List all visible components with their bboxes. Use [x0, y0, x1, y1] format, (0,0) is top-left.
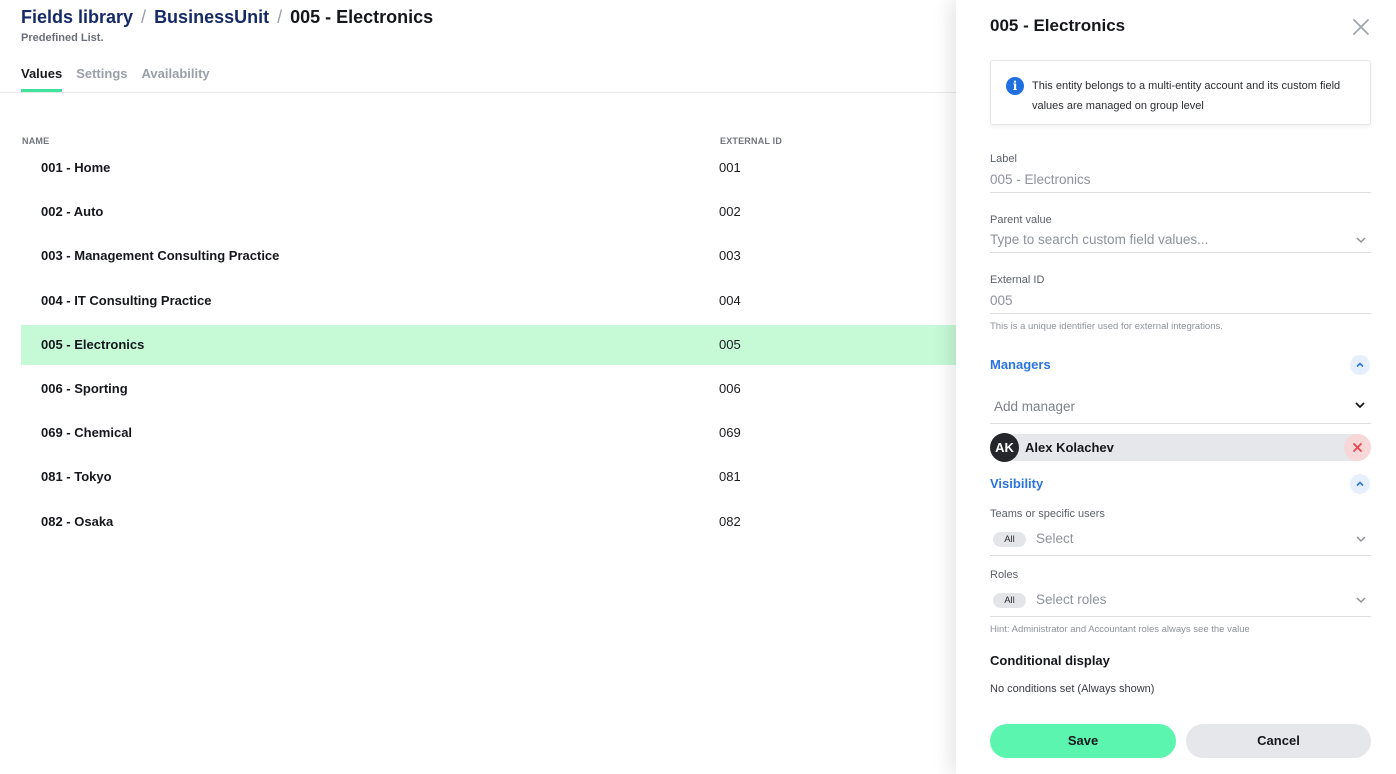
table-row[interactable]: 069 - Chemical 069 — [21, 413, 956, 453]
row-external-id: 082 — [719, 513, 741, 529]
info-text: This entity belongs to a multi-entity ac… — [1032, 80, 1341, 112]
teams-placeholder: Select — [1036, 531, 1074, 546]
parent-value-placeholder: Type to search custom field values... — [990, 232, 1209, 247]
roles-all-pill: All — [993, 593, 1026, 608]
chevron-down-icon — [1353, 398, 1367, 417]
row-name: 005 - Electronics — [41, 336, 145, 352]
row-name: 069 - Chemical — [41, 425, 133, 441]
tab-bar: Values Settings Availability — [21, 66, 210, 92]
row-external-id: 002 — [719, 204, 741, 220]
row-external-id: 003 — [719, 248, 741, 264]
page-subtitle: Predefined List. — [21, 32, 104, 44]
visibility-section-title[interactable]: Visibility — [990, 476, 1043, 491]
managers-section-title[interactable]: Managers — [990, 357, 1051, 372]
teams-label: Teams or specific users — [990, 508, 1105, 520]
close-icon[interactable] — [1350, 16, 1372, 38]
add-manager-select[interactable]: Add manager — [990, 395, 1371, 424]
row-name: 081 - Tokyo — [41, 469, 112, 485]
teams-select[interactable]: All Select — [990, 530, 1371, 556]
chevron-down-icon — [1355, 593, 1367, 605]
table-row[interactable]: 003 - Management Consulting Practice 003 — [21, 236, 956, 276]
manager-name: Alex Kolachev — [1025, 440, 1114, 455]
chevron-down-icon — [1355, 532, 1367, 544]
chevron-up-icon[interactable] — [1350, 355, 1370, 375]
label-input[interactable]: 005 - Electronics — [990, 172, 1371, 193]
info-banner: i This entity belongs to a multi-entity … — [990, 60, 1371, 125]
row-external-id: 004 — [719, 292, 741, 308]
save-button[interactable]: Save — [990, 724, 1176, 758]
breadcrumb-fields-library[interactable]: Fields library — [21, 7, 133, 28]
breadcrumb-current: 005 - Electronics — [290, 7, 434, 27]
external-id-help: This is a unique identifier used for ext… — [990, 321, 1223, 332]
row-name: 004 - IT Consulting Practice — [41, 292, 212, 308]
row-external-id: 001 — [719, 160, 741, 175]
manager-chip: AK Alex Kolachev — [990, 433, 1371, 462]
tab-values[interactable]: Values — [21, 66, 63, 92]
row-name: 002 - Auto — [41, 204, 104, 220]
roles-hint: Hint: Administrator and Accountant roles… — [990, 624, 1250, 635]
external-id-label: External ID — [990, 274, 1045, 286]
edit-value-drawer: 005 - Electronics i This entity belongs … — [956, 0, 1396, 774]
conditional-display-title: Conditional display — [990, 653, 1110, 668]
roles-label: Roles — [990, 569, 1019, 581]
avatar: AK — [990, 433, 1019, 462]
values-table: 001 - Home 001 002 - Auto 002 003 - Mana… — [21, 148, 956, 546]
info-icon: i — [1006, 77, 1024, 95]
tab-settings[interactable]: Settings — [76, 66, 127, 92]
parent-value-select[interactable]: Type to search custom field values... — [990, 232, 1371, 253]
breadcrumb-business-unit[interactable]: BusinessUnit — [154, 7, 269, 28]
main-panel: Fields library / BusinessUnit / 005 - El… — [0, 0, 956, 774]
breadcrumb-separator: / — [141, 7, 147, 27]
conditional-display-text: No conditions set (Always shown) — [990, 683, 1155, 695]
row-name: 003 - Management Consulting Practice — [41, 248, 280, 264]
row-external-id: 005 — [719, 336, 741, 352]
tab-availability[interactable]: Availability — [142, 66, 210, 92]
roles-select[interactable]: All Select roles — [990, 591, 1371, 617]
row-external-id: 069 — [719, 425, 741, 441]
row-external-id: 006 — [719, 380, 741, 396]
table-row[interactable]: 004 - IT Consulting Practice 004 — [21, 281, 956, 321]
table-row[interactable]: 082 - Osaka 082 — [21, 502, 956, 542]
row-name: 006 - Sporting — [41, 380, 128, 396]
row-name: 001 - Home — [41, 160, 111, 175]
table-row[interactable]: 006 - Sporting 006 — [21, 369, 956, 409]
table-row[interactable]: 002 - Auto 002 — [21, 192, 956, 232]
teams-all-pill: All — [993, 532, 1026, 547]
table-row-selected[interactable]: 005 - Electronics 005 — [21, 324, 956, 365]
remove-icon[interactable] — [1344, 434, 1371, 461]
column-header-name: NAME — [22, 136, 50, 146]
table-row[interactable]: 081 - Tokyo 081 — [21, 457, 956, 497]
breadcrumb: Fields library / BusinessUnit / 005 - El… — [21, 7, 433, 28]
cancel-button[interactable]: Cancel — [1186, 724, 1371, 758]
breadcrumb-separator: / — [277, 7, 283, 27]
tabs-divider — [0, 92, 956, 93]
table-row[interactable]: 001 - Home 001 — [21, 148, 956, 188]
chevron-up-icon[interactable] — [1350, 474, 1370, 494]
row-external-id: 081 — [719, 469, 741, 485]
chevron-down-icon — [1355, 234, 1367, 246]
external-id-input[interactable]: 005 — [990, 293, 1371, 314]
drawer-title: 005 - Electronics — [990, 16, 1126, 35]
roles-placeholder: Select roles — [1036, 592, 1107, 607]
add-manager-placeholder: Add manager — [994, 399, 1076, 414]
column-header-external-id: EXTERNAL ID — [720, 136, 783, 146]
row-name: 082 - Osaka — [41, 513, 114, 529]
parent-value-label: Parent value — [990, 214, 1052, 226]
label-field-label: Label — [990, 153, 1017, 165]
